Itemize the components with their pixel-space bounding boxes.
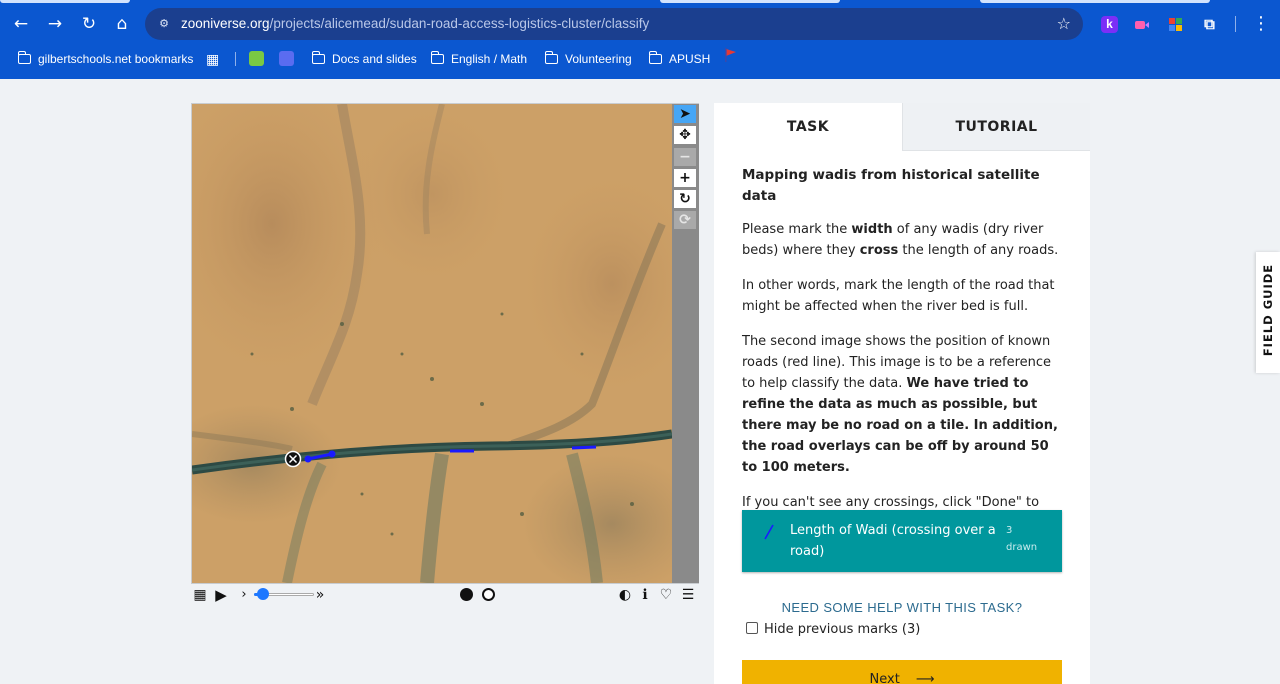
back-icon[interactable]: ← xyxy=(6,9,36,39)
field-guide-tab[interactable]: FIELD GUIDE xyxy=(1256,252,1280,373)
url-host: zooniverse.org xyxy=(181,16,270,31)
browser-toolbar: ← → ↻ ⌂ ⚙ zooniverse.org/projects/alicem… xyxy=(0,7,1280,41)
instruction-paragraph: The second image shows the position of k… xyxy=(742,331,1062,478)
bookmark-star-icon[interactable]: ☆ xyxy=(1057,8,1071,40)
frame-dot-active[interactable] xyxy=(460,588,473,601)
bookmarks-bar: gilbertschools.net bookmarks ▦ Docs and … xyxy=(0,45,1280,73)
extension-grid-icon[interactable] xyxy=(1167,16,1184,33)
instruction-bold: cross xyxy=(859,243,899,258)
instruction-paragraph: Please mark the width of any wadis (dry … xyxy=(742,219,1062,261)
bookmark-label: Volunteering xyxy=(565,52,632,66)
menu-kebab-icon[interactable]: ⋮ xyxy=(1252,7,1270,41)
bookmark-separator xyxy=(235,52,236,66)
toolbar-divider xyxy=(1235,16,1236,32)
viewer-toolbar: ➤ ✥ − + ↻ ⟳ xyxy=(672,104,699,583)
bookmark-stripe-icon[interactable] xyxy=(279,51,294,66)
bookmark-label: APUSH xyxy=(669,52,711,66)
tool-label: Length of Wadi (crossing over a road) xyxy=(790,523,996,559)
folder-icon xyxy=(648,51,662,64)
pointer-icon[interactable]: ➤ xyxy=(674,105,696,123)
frame-dot[interactable] xyxy=(482,588,495,601)
instruction-paragraph: In other words, mark the length of the r… xyxy=(742,278,1055,314)
instruction-text: the length of any roads. xyxy=(898,243,1059,258)
folder-icon xyxy=(311,51,325,64)
bookmark-volunteering[interactable]: Volunteering xyxy=(544,49,632,69)
reload-icon[interactable]: ↻ xyxy=(74,9,104,39)
site-info-icon[interactable]: ⚙ xyxy=(155,15,173,33)
bookmark-flag-icon[interactable] xyxy=(724,47,738,67)
tool-count-number: 3 xyxy=(1006,525,1013,536)
bookmark-label: Docs and slides xyxy=(332,52,417,66)
wadi-length-tool-button[interactable]: Length of Wadi (crossing over a road) 3 d… xyxy=(742,510,1062,572)
rotate-icon[interactable]: ↻ xyxy=(674,190,696,208)
extension-k-icon[interactable]: k xyxy=(1101,16,1118,33)
tool-count: 3 drawn xyxy=(1006,522,1037,556)
frame-slider-thumb[interactable] xyxy=(257,588,269,600)
bookmark-gilbertschools[interactable]: gilbertschools.net bookmarks xyxy=(17,49,194,69)
hide-marks-checkbox[interactable]: Hide previous marks (3) xyxy=(746,621,920,639)
folder-icon xyxy=(544,51,558,64)
bookmark-label: gilbertschools.net bookmarks xyxy=(38,52,194,66)
bookmark-label: English / Math xyxy=(451,52,528,66)
next-label: Next xyxy=(869,672,900,684)
tab-strip-edge xyxy=(0,0,130,3)
address-bar[interactable]: ⚙ zooniverse.org/projects/alicemead/suda… xyxy=(145,8,1083,40)
reset-icon[interactable]: ⟳ xyxy=(674,211,696,229)
contrast-icon[interactable]: ◐ xyxy=(617,584,633,606)
help-link[interactable]: NEED SOME HELP WITH THIS TASK? xyxy=(714,600,1090,615)
next-button[interactable]: Next ⟶ xyxy=(742,660,1062,684)
checkbox-icon[interactable] xyxy=(746,622,758,634)
browser-chrome: ← → ↻ ⌂ ⚙ zooniverse.org/projects/alicem… xyxy=(0,0,1280,79)
hide-marks-label: Hide previous marks (3) xyxy=(764,622,921,637)
step-back-icon[interactable]: › xyxy=(237,584,251,606)
home-icon[interactable]: ⌂ xyxy=(107,9,137,39)
url-text[interactable]: zooniverse.org/projects/alicemead/sudan-… xyxy=(181,8,649,40)
task-panel: TASK TUTORIAL Mapping wadis from histori… xyxy=(714,103,1090,684)
favorite-heart-icon[interactable]: ♡ xyxy=(657,584,675,606)
zoom-out-icon[interactable]: − xyxy=(674,148,696,166)
apps-grid-icon[interactable]: ▦ xyxy=(206,49,219,69)
tab-strip-edge xyxy=(660,0,840,3)
arrow-right-icon: ⟶ xyxy=(915,672,935,684)
bookmark-c-icon[interactable] xyxy=(249,51,264,66)
folder-icon xyxy=(430,51,444,64)
tab-tutorial[interactable]: TUTORIAL xyxy=(902,103,1090,151)
subject-viewer: ➤ ✥ − + ↻ ⟳ xyxy=(191,103,699,584)
tab-strip-edge xyxy=(980,0,1210,3)
zoom-in-icon[interactable]: + xyxy=(674,169,696,187)
line-tool-icon xyxy=(764,524,774,540)
info-icon[interactable]: ℹ xyxy=(637,584,653,606)
instruction-text: Please mark the xyxy=(742,222,852,237)
extensions-puzzle-icon[interactable]: ⧉ xyxy=(1201,16,1218,33)
instruction-bold: width xyxy=(851,222,893,237)
move-icon[interactable]: ✥ xyxy=(674,126,696,144)
field-guide-label: FIELD GUIDE xyxy=(1261,263,1275,357)
grid-view-icon[interactable]: ▦ xyxy=(191,584,209,606)
task-heading: Mapping wadis from historical satellite … xyxy=(742,167,1040,204)
tab-task[interactable]: TASK xyxy=(714,103,902,151)
satellite-image[interactable] xyxy=(192,104,672,583)
task-instructions: Mapping wadis from historical satellite … xyxy=(742,165,1062,548)
extension-video-icon[interactable] xyxy=(1133,16,1150,33)
bookmark-docs-and-slides[interactable]: Docs and slides xyxy=(311,49,417,69)
forward-icon[interactable]: → xyxy=(40,9,70,39)
tool-count-suffix: drawn xyxy=(1006,542,1038,553)
collections-list-icon[interactable]: ☰ xyxy=(679,584,697,606)
folder-icon xyxy=(17,51,31,64)
play-icon[interactable]: ▶ xyxy=(211,584,231,606)
bookmark-apush[interactable]: APUSH xyxy=(648,49,711,69)
url-path: /projects/alicemead/sudan-road-access-lo… xyxy=(269,16,650,31)
bookmark-english-math[interactable]: English / Math xyxy=(430,49,528,69)
